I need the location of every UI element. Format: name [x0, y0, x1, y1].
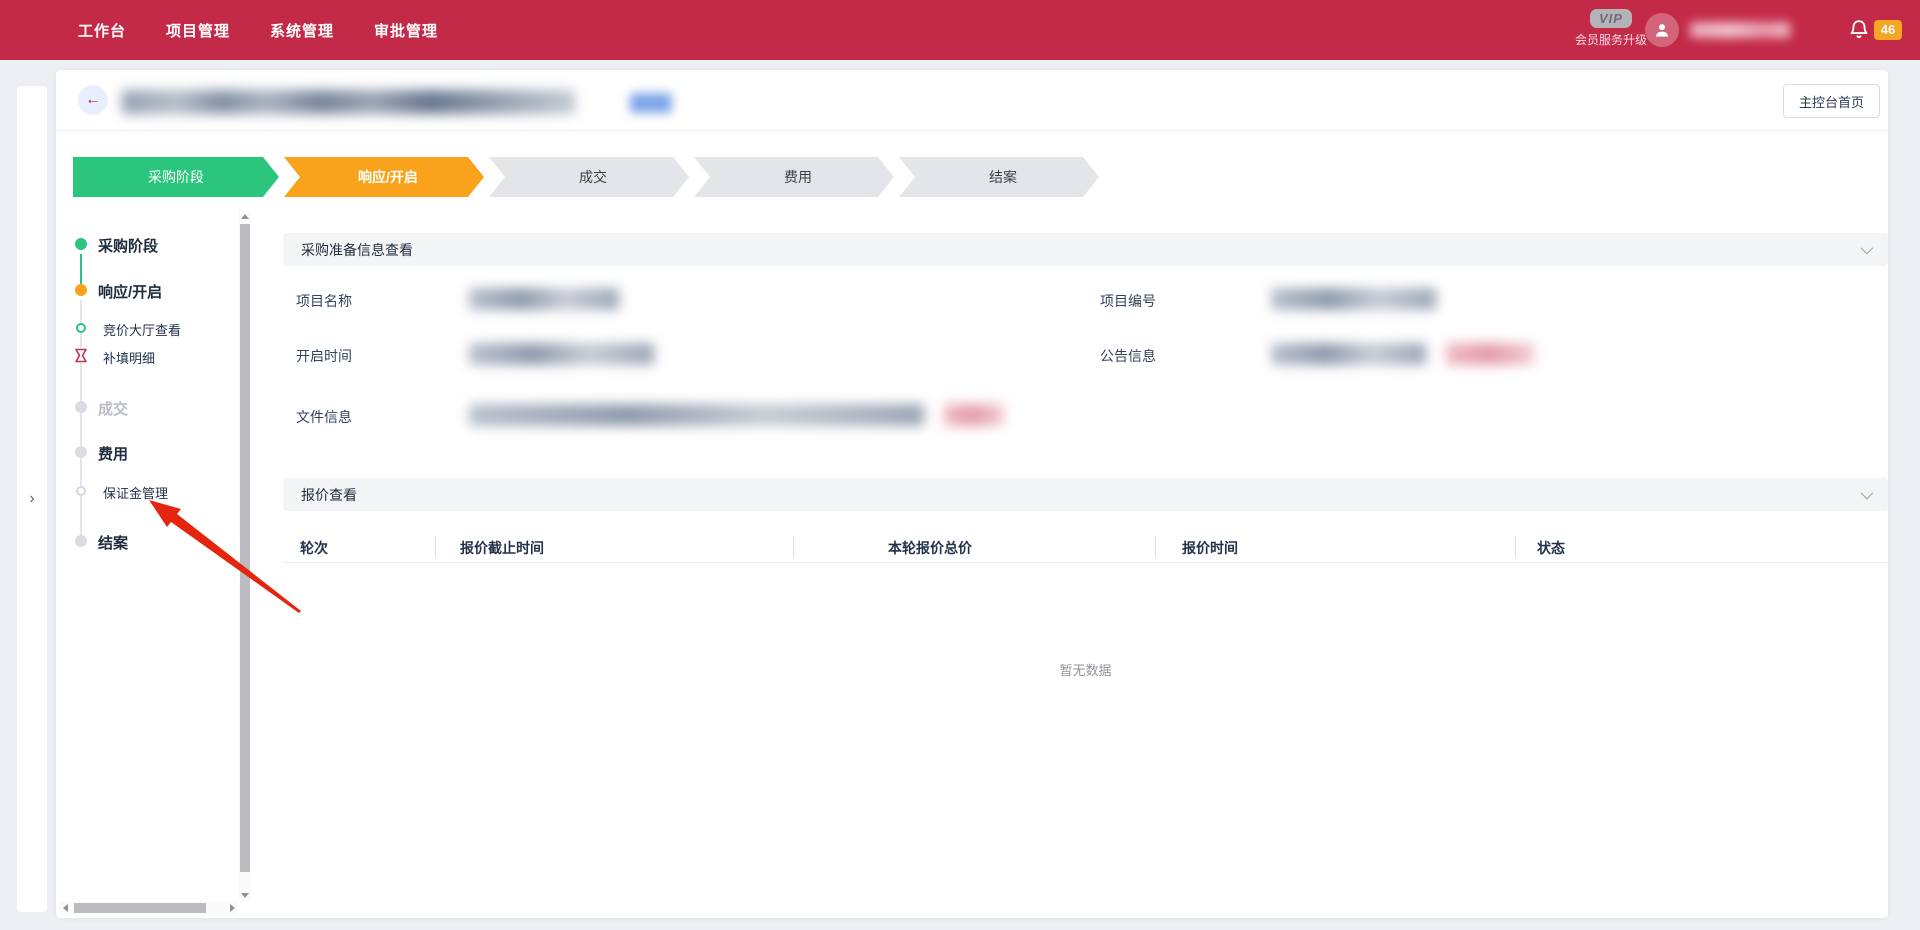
sidebar-horizontal-scrollbar[interactable] [60, 902, 238, 914]
status-tag-redacted [630, 93, 672, 113]
main-card: ← 主控台首页 采购阶段 响应/开启 成交 费用 结案 采购阶段 响应/开启 竞… [56, 70, 1888, 918]
hourglass-icon [74, 348, 88, 363]
field-label-announcement: 公告信息 [1100, 346, 1156, 366]
timeline-dot-fees [75, 446, 87, 458]
field-link-file-info-redacted[interactable] [944, 404, 1004, 426]
vertical-scroll-thumb[interactable] [240, 224, 250, 872]
nav-item-approval-management[interactable]: 审批管理 [374, 20, 438, 41]
step-fees[interactable]: 费用 [694, 157, 894, 197]
username-redacted [1690, 22, 1790, 38]
vip-icon: VIP [1590, 9, 1632, 28]
step-closure[interactable]: 结案 [899, 157, 1099, 197]
field-value-project-name-redacted [469, 288, 619, 310]
column-header-status: 状态 [1537, 538, 1565, 558]
person-icon [1652, 20, 1672, 40]
collapsed-panel-toggle[interactable]: › [17, 86, 47, 912]
scroll-right-arrow[interactable] [230, 904, 235, 912]
step-response-open[interactable]: 响应/开启 [284, 157, 484, 197]
field-value-project-number-redacted [1271, 288, 1436, 310]
scroll-left-arrow[interactable] [63, 904, 68, 912]
sidebar-item-procurement-stage[interactable]: 采购阶段 [98, 235, 158, 256]
timeline-ring-deposit [76, 486, 86, 496]
field-label-open-time: 开启时间 [296, 346, 352, 366]
sidebar-item-fill-details[interactable]: 补填明细 [103, 348, 155, 367]
sidebar-item-deal[interactable]: 成交 [98, 398, 128, 419]
column-header-round: 轮次 [300, 538, 328, 558]
chevron-down-icon [1861, 242, 1874, 255]
timeline-dot-response [75, 284, 87, 296]
field-link-announcement-redacted[interactable] [1446, 343, 1534, 365]
back-button[interactable]: ← [78, 85, 108, 115]
horizontal-scroll-thumb[interactable] [74, 903, 206, 913]
stage-stepper: 采购阶段 响应/开启 成交 费用 结案 [73, 157, 1099, 197]
main-menu: 工作台 项目管理 系统管理 审批管理 [78, 0, 438, 60]
bell-icon[interactable] [1848, 17, 1870, 43]
sidebar-item-bid-hall-view[interactable]: 竞价大厅查看 [103, 320, 181, 339]
notification-count-badge[interactable]: 46 [1874, 20, 1902, 40]
sidebar-vertical-scrollbar[interactable] [239, 210, 251, 902]
timeline-dot-closure [75, 535, 87, 547]
top-nav: 工作台 项目管理 系统管理 审批管理 VIP 会员服务升级 46 [0, 0, 1920, 60]
field-label-project-name: 项目名称 [296, 291, 352, 311]
avatar[interactable] [1645, 13, 1679, 47]
app: 工作台 项目管理 系统管理 审批管理 VIP 会员服务升级 46 › ← [0, 0, 1920, 930]
chevron-down-icon [1861, 487, 1874, 500]
field-value-announcement-redacted [1271, 343, 1426, 365]
table-header-border [283, 562, 1888, 563]
scroll-up-arrow[interactable] [241, 214, 249, 219]
timeline-connector-done [80, 254, 82, 284]
timeline-dot-procurement [75, 238, 87, 250]
empty-state-text: 暂无数据 [283, 660, 1888, 679]
field-value-file-info-redacted [469, 404, 924, 426]
nav-item-project-management[interactable]: 项目管理 [166, 20, 230, 41]
section-prep-title: 采购准备信息查看 [301, 240, 413, 260]
project-title-redacted [122, 90, 575, 114]
field-label-file-info: 文件信息 [296, 407, 352, 427]
nav-item-workbench[interactable]: 工作台 [78, 20, 126, 41]
nav-item-system-management[interactable]: 系统管理 [270, 20, 334, 41]
console-home-button[interactable]: 主控台首页 [1783, 84, 1880, 118]
column-header-round-total: 本轮报价总价 [888, 538, 972, 558]
timeline-ring-bid-hall [76, 323, 86, 333]
stage-timeline: 采购阶段 响应/开启 竞价大厅查看 补填明细 成交 费用 保证金管理 结案 [56, 208, 254, 914]
section-prep-header[interactable]: 采购准备信息查看 [283, 233, 1888, 266]
field-label-project-number: 项目编号 [1100, 291, 1156, 311]
sidebar-item-closure[interactable]: 结案 [98, 532, 128, 553]
field-value-open-time-redacted [469, 343, 654, 365]
chevron-right-icon: › [29, 490, 34, 508]
scroll-down-arrow[interactable] [241, 893, 249, 898]
arrow-left-icon: ← [85, 91, 101, 108]
sidebar-item-deposit-management[interactable]: 保证金管理 [103, 483, 168, 502]
column-divider [793, 536, 794, 558]
column-divider [1155, 536, 1156, 558]
step-deal[interactable]: 成交 [489, 157, 689, 197]
column-header-quote-deadline: 报价截止时间 [460, 538, 544, 558]
page-header: ← 主控台首页 [56, 70, 1888, 131]
column-divider [1515, 536, 1516, 558]
timeline-dot-deal [75, 401, 87, 413]
sidebar-item-response-open[interactable]: 响应/开启 [98, 281, 162, 302]
sidebar-item-fees[interactable]: 费用 [98, 443, 128, 464]
timeline-connector [80, 300, 82, 540]
column-divider [435, 536, 436, 558]
section-quote-header[interactable]: 报价查看 [283, 478, 1888, 511]
section-quote-title: 报价查看 [301, 485, 357, 505]
column-header-quote-time: 报价时间 [1182, 538, 1238, 558]
step-procurement-stage[interactable]: 采购阶段 [73, 157, 279, 197]
